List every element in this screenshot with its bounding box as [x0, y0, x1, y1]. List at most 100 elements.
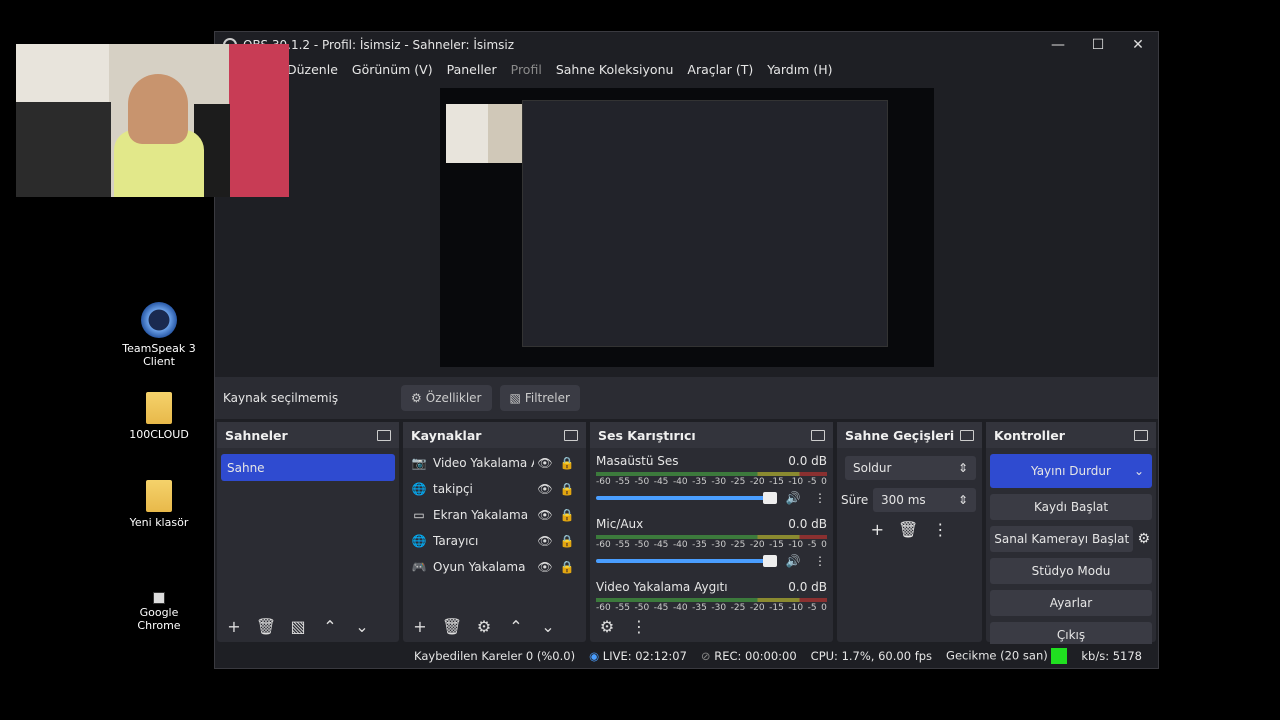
mixer-channel: Video Yakalama Aygıtı 0.0 dB -60 -55 -50 -4…: [590, 574, 833, 614]
source-item[interactable]: ▭ Ekran Yakalama 👁 🔒: [403, 502, 586, 528]
studio-mode-label: Stüdyo Modu: [1031, 564, 1111, 578]
undock-icon[interactable]: [960, 429, 974, 441]
menu-docks[interactable]: Paneller: [447, 62, 497, 77]
desktop-icon-teamspeak[interactable]: TeamSpeak 3 Client: [119, 302, 199, 368]
advanced-audio-button[interactable]: ⚙: [596, 617, 618, 636]
gear-icon[interactable]: ⚙: [1137, 531, 1150, 547]
start-virtual-camera-button[interactable]: Sanal Kamerayı Başlat: [990, 526, 1134, 552]
minimize-button[interactable]: —: [1038, 37, 1078, 53]
studio-mode-button[interactable]: Stüdyo Modu: [990, 558, 1152, 584]
desktop-icon-chrome[interactable]: Google Chrome: [119, 592, 199, 632]
more-options-icon[interactable]: ⋮: [628, 617, 650, 636]
duration-label: Süre: [841, 493, 869, 507]
scene-item[interactable]: Sahne: [221, 454, 395, 481]
mixer-title: Ses Karıştırıcı: [598, 427, 696, 443]
move-up-button[interactable]: ⌃: [505, 617, 527, 636]
obs-window: OBS 30.1.2 - Profil: İsimsiz - Sahneler:…: [214, 31, 1159, 669]
scenes-title: Sahneler: [225, 427, 288, 443]
mixer-channel: Masaüstü Ses 0.0 dB -60 -55 -50 -45 -40 -35 -3…: [590, 448, 833, 511]
add-transition-button[interactable]: +: [871, 520, 884, 539]
volume-slider[interactable]: [596, 555, 777, 567]
visibility-eye-icon[interactable]: 👁: [534, 508, 556, 522]
spin-arrows-icon: ⇕: [957, 493, 968, 507]
transition-select[interactable]: Soldur ⇕: [845, 456, 976, 480]
more-options-icon[interactable]: ⋮: [932, 520, 948, 539]
menu-edit[interactable]: Düzenle: [287, 62, 338, 77]
undock-icon[interactable]: [811, 429, 825, 441]
speaker-icon[interactable]: 🔊: [781, 491, 805, 505]
volume-slider[interactable]: [596, 492, 777, 504]
visibility-eye-icon[interactable]: 👁: [534, 560, 556, 574]
channel-name: Masaüstü Ses: [596, 454, 679, 468]
filters-button[interactable]: ▧ Filtreler: [499, 385, 580, 411]
desktop-icon-yeni-klasor[interactable]: Yeni klasör: [119, 480, 199, 529]
add-scene-button[interactable]: +: [223, 617, 245, 636]
title-bar[interactable]: OBS 30.1.2 - Profil: İsimsiz - Sahneler:…: [215, 32, 1158, 58]
source-item[interactable]: 🌐 Tarayıcı 👁 🔒: [403, 528, 586, 554]
sources-toolbar: + 🗑 ⚙ ⌃ ⌄: [409, 617, 559, 636]
scene-filters-button[interactable]: ▧: [287, 617, 309, 636]
start-recording-button[interactable]: Kaydı Başlat: [990, 494, 1152, 520]
webcam-person-head: [128, 74, 188, 144]
move-down-button[interactable]: ⌄: [351, 617, 373, 636]
remove-transition-button[interactable]: 🗑: [898, 520, 918, 539]
speaker-icon[interactable]: 🔊: [781, 554, 805, 568]
desktop-icon-label: 100CLOUD: [129, 428, 189, 441]
source-properties-button[interactable]: ⚙: [473, 617, 495, 636]
move-down-button[interactable]: ⌄: [537, 617, 559, 636]
duration-spinbox[interactable]: 300 ms ⇕: [873, 488, 976, 512]
settings-button[interactable]: Ayarlar: [990, 590, 1152, 616]
sources-title: Kaynaklar: [411, 427, 482, 443]
slider-handle[interactable]: [763, 555, 777, 567]
globe-icon: 🌐: [411, 482, 427, 496]
volume-meter: [596, 535, 827, 539]
source-item[interactable]: 🌐 takipçi 👁 🔒: [403, 476, 586, 502]
add-source-button[interactable]: +: [409, 617, 431, 636]
lock-icon[interactable]: 🔒: [556, 534, 578, 548]
desktop-icon-label: Google Chrome: [137, 606, 181, 632]
menu-scene-collection[interactable]: Sahne Koleksiyonu: [556, 62, 674, 77]
undock-icon[interactable]: [564, 429, 578, 441]
lock-icon[interactable]: 🔒: [556, 456, 578, 470]
source-item[interactable]: 📷 Video Yakalama Aygıtı 👁 🔒: [403, 450, 586, 476]
menu-profile[interactable]: Profil: [511, 62, 542, 77]
delay-status: Gecikme (20 san): [946, 648, 1068, 664]
volume-meter: [596, 472, 827, 476]
source-name: Video Yakalama Aygıtı: [433, 456, 534, 470]
slider-handle[interactable]: [763, 492, 777, 504]
visibility-eye-icon[interactable]: 👁: [534, 482, 556, 496]
properties-button[interactable]: ⚙ Özellikler: [401, 385, 492, 411]
volume-meter: [596, 598, 827, 602]
menu-view[interactable]: Görünüm (V): [352, 62, 433, 77]
exit-label: Çıkış: [1056, 628, 1086, 642]
more-options-icon[interactable]: ⋮: [813, 554, 827, 568]
scene-item-label: Sahne: [227, 460, 265, 475]
menu-tools[interactable]: Araçlar (T): [687, 62, 753, 77]
maximize-button[interactable]: ☐: [1078, 37, 1118, 53]
menu-help[interactable]: Yardım (H): [767, 62, 832, 77]
teamspeak-icon: [141, 302, 177, 338]
chevron-down-icon[interactable]: ⌄: [1134, 464, 1144, 478]
remove-source-button[interactable]: 🗑: [441, 617, 463, 636]
source-item[interactable]: 🎮 Oyun Yakalama 👁 🔒: [403, 554, 586, 580]
lock-icon[interactable]: 🔒: [556, 482, 578, 496]
source-name: Ekran Yakalama: [433, 508, 529, 522]
undock-icon[interactable]: [1134, 429, 1148, 441]
more-options-icon[interactable]: ⋮: [813, 491, 827, 505]
desktop-icon-100cloud[interactable]: 100CLOUD: [119, 392, 199, 441]
lock-icon[interactable]: 🔒: [556, 560, 578, 574]
preview-nested-obs: [522, 100, 888, 347]
undock-icon[interactable]: [377, 429, 391, 441]
visibility-eye-icon[interactable]: 👁: [534, 456, 556, 470]
rec-status: ⊘ REC: 00:00:00: [700, 649, 797, 663]
scenes-toolbar: + 🗑 ▧ ⌃ ⌄: [223, 617, 373, 636]
move-up-button[interactable]: ⌃: [319, 617, 341, 636]
close-button[interactable]: ✕: [1118, 37, 1158, 53]
source-toolbar: Kaynak seçilmemiş ⚙ Özellikler ▧ Filtrel…: [215, 377, 1158, 419]
lock-icon[interactable]: 🔒: [556, 508, 578, 522]
remove-scene-button[interactable]: 🗑: [255, 617, 277, 636]
stop-stream-button[interactable]: Yayını Durdur ⌄: [990, 454, 1152, 488]
visibility-eye-icon[interactable]: 👁: [534, 534, 556, 548]
shortcut-icon: [153, 592, 165, 604]
preview-canvas[interactable]: [440, 88, 934, 367]
